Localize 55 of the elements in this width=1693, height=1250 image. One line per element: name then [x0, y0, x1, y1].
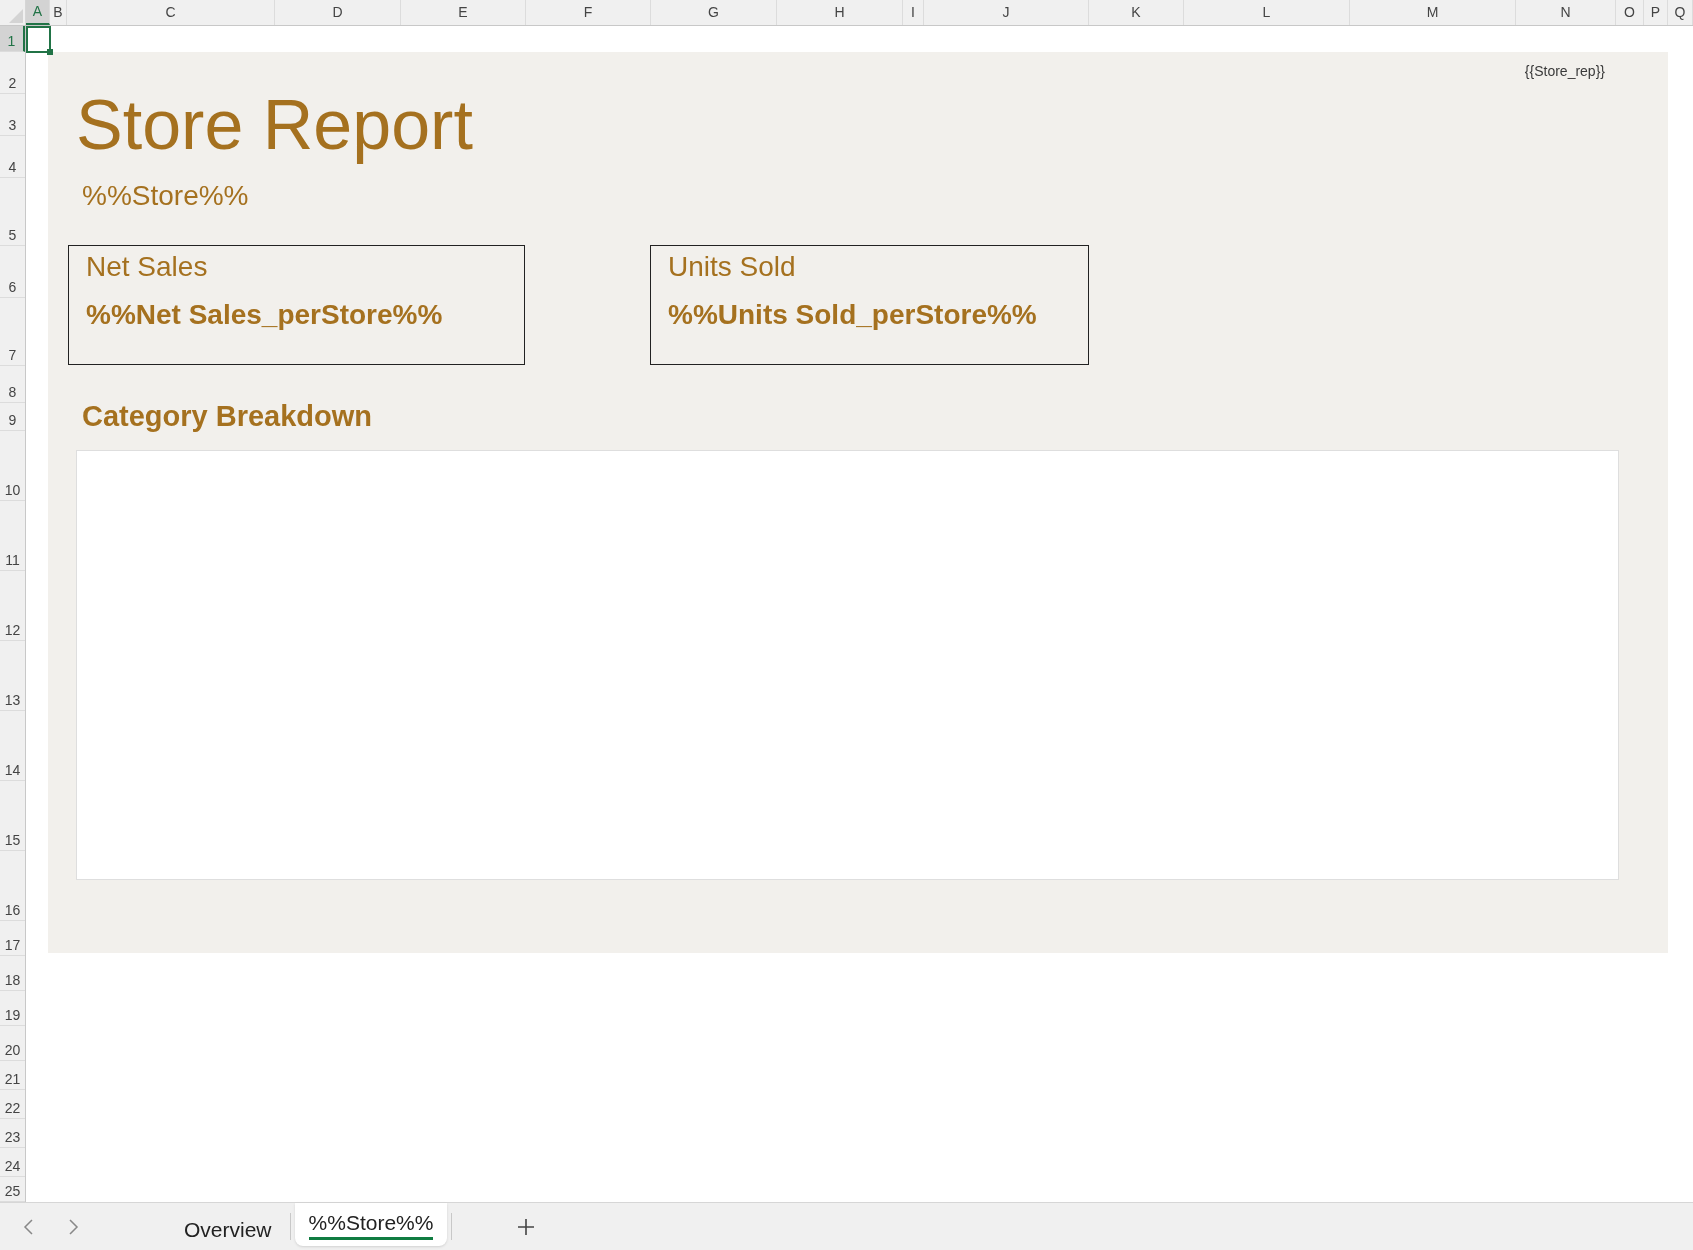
row-header[interactable]: 11	[0, 501, 25, 571]
row-header[interactable]: 5	[0, 178, 25, 246]
row-header[interactable]: 7	[0, 298, 25, 366]
row-header[interactable]: 14	[0, 711, 25, 781]
column-header[interactable]: F	[526, 0, 651, 25]
row-header[interactable]: 18	[0, 956, 25, 991]
add-sheet-icon[interactable]	[516, 1216, 537, 1237]
template-tag: {{Store_rep}}	[1524, 61, 1605, 81]
column-header[interactable]: N	[1516, 0, 1616, 25]
row-header[interactable]: 12	[0, 571, 25, 641]
column-header[interactable]: H	[777, 0, 903, 25]
column-header[interactable]: B	[50, 0, 67, 25]
row-header[interactable]: 6	[0, 246, 25, 298]
column-header[interactable]: M	[1350, 0, 1516, 25]
sheet-tab[interactable]: %%Store%%	[294, 1203, 448, 1246]
column-header[interactable]: O	[1616, 0, 1644, 25]
row-header[interactable]: 15	[0, 781, 25, 851]
section-heading: Category Breakdown	[82, 400, 373, 432]
column-header[interactable]: G	[651, 0, 777, 25]
column-header[interactable]: K	[1089, 0, 1184, 25]
row-header[interactable]: 10	[0, 431, 25, 501]
store-name: %%Store%%	[82, 179, 250, 213]
column-header[interactable]: E	[401, 0, 526, 25]
kpi-label: Net Sales	[86, 250, 208, 284]
selected-cell[interactable]	[26, 26, 51, 53]
column-header[interactable]: A	[26, 0, 50, 25]
chevron-right-icon[interactable]	[66, 1217, 80, 1236]
row-header[interactable]: 20	[0, 1026, 25, 1061]
row-header[interactable]: 24	[0, 1148, 25, 1177]
row-header[interactable]: 3	[0, 94, 25, 136]
column-header[interactable]: L	[1184, 0, 1350, 25]
column-header[interactable]: C	[67, 0, 275, 25]
row-header[interactable]: 21	[0, 1061, 25, 1090]
column-header[interactable]: J	[924, 0, 1089, 25]
row-header[interactable]: 17	[0, 921, 25, 956]
row-header[interactable]: 1	[0, 26, 25, 52]
row-header[interactable]: 19	[0, 991, 25, 1026]
kpi-label: Units Sold	[668, 250, 796, 284]
row-header[interactable]: 13	[0, 641, 25, 711]
row-header[interactable]: 4	[0, 136, 25, 178]
kpi-value: %%Net Sales_perStore%%	[86, 298, 443, 332]
kpi-value: %%Units Sold_perStore%%	[668, 298, 1037, 332]
corner-triangle-icon	[9, 9, 23, 23]
chevron-left-icon[interactable]	[22, 1217, 36, 1236]
row-header[interactable]: 16	[0, 851, 25, 921]
row-header[interactable]: 9	[0, 403, 25, 431]
row-header[interactable]: 2	[0, 52, 25, 94]
column-header[interactable]: I	[903, 0, 924, 25]
column-header[interactable]: D	[275, 0, 401, 25]
column-header[interactable]: P	[1644, 0, 1668, 25]
row-header[interactable]: 8	[0, 366, 25, 403]
row-header[interactable]: 22	[0, 1090, 25, 1119]
row-header[interactable]: 23	[0, 1119, 25, 1148]
column-header[interactable]: Q	[1668, 0, 1693, 25]
sheet-tab[interactable]: Overview	[170, 1203, 286, 1250]
